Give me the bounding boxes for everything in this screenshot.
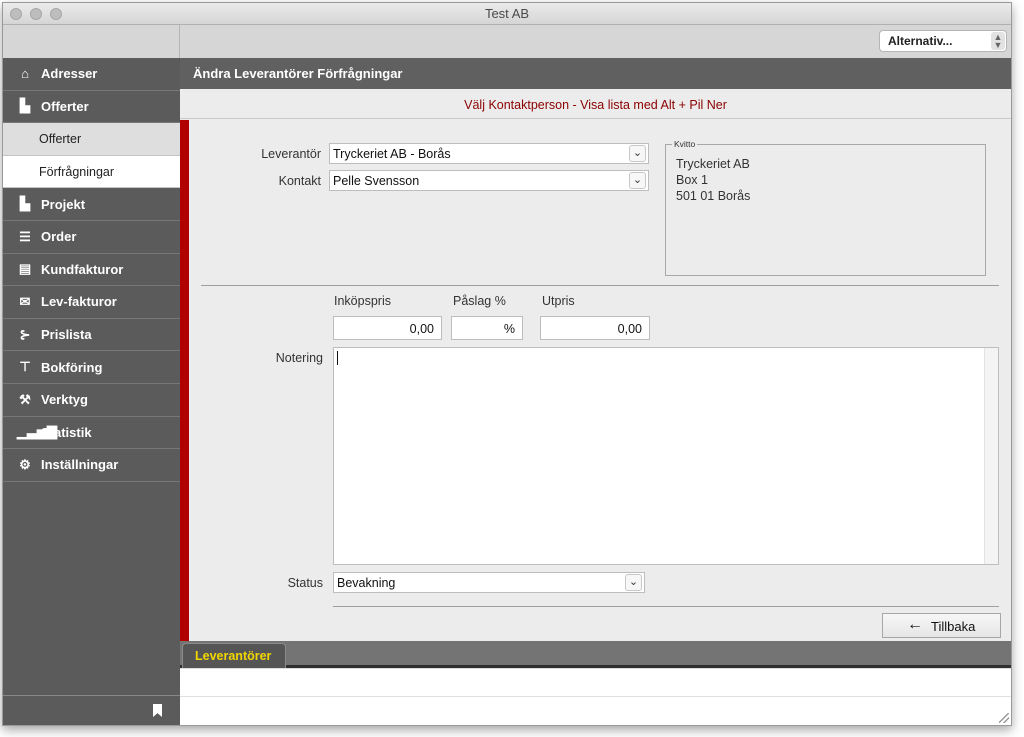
chevron-down-icon[interactable]: ⌄ bbox=[625, 574, 642, 591]
receipt-box: Kvitto Tryckeriet AB Box 1 501 01 Borås bbox=[665, 139, 986, 276]
bar-chart-icon: ▁▃▅▇ bbox=[17, 424, 57, 440]
document-icon: ▙ bbox=[20, 98, 30, 114]
sidebar-item-kundfakturor[interactable]: ▤ Kundfakturor bbox=[3, 254, 180, 287]
title-bar: Test AB bbox=[3, 3, 1011, 25]
sidebar-item-verktyg[interactable]: ⚒ Verktyg bbox=[3, 384, 180, 417]
sidebar-item-order[interactable]: ☰ Order bbox=[3, 221, 180, 254]
sidebar-subitem-forfragningar[interactable]: Förfrågningar bbox=[3, 155, 180, 189]
tab-content bbox=[180, 668, 1011, 725]
page-title: Ändra Leverantörer Förfrågningar bbox=[180, 58, 1011, 89]
sidebar-subitem-label: Offerter bbox=[39, 131, 82, 146]
document-icon: ▙ bbox=[20, 196, 30, 212]
chevron-updown-icon: ▲ ▼ bbox=[991, 32, 1005, 50]
supplier-label: Leverantör bbox=[261, 147, 321, 161]
toolbar: Alternativ... ▲ ▼ bbox=[180, 25, 1011, 58]
bottom-tabbar: Leverantörer bbox=[180, 641, 1011, 669]
back-button-label: Tillbaka bbox=[931, 619, 976, 634]
divider bbox=[201, 285, 999, 286]
arrow-left-icon: ← bbox=[907, 616, 923, 633]
chevron-down-icon[interactable]: ⌄ bbox=[629, 172, 646, 189]
sidebar-item-prislista[interactable]: ⊱ Prislista bbox=[3, 319, 180, 352]
back-button[interactable]: ← Tillbaka bbox=[882, 613, 1001, 638]
options-select[interactable]: Alternativ... ▲ ▼ bbox=[879, 30, 1007, 52]
sidebar-item-label: Order bbox=[41, 229, 77, 245]
sale-price-label: Utpris bbox=[542, 294, 575, 308]
bookmark-icon[interactable] bbox=[153, 704, 162, 717]
status-label: Status bbox=[287, 576, 323, 590]
list-icon: ☰ bbox=[19, 228, 31, 244]
markup-input[interactable]: % bbox=[451, 316, 523, 340]
sidebar-item-lev-fakturor[interactable]: ✉ Lev-fakturor bbox=[3, 286, 180, 319]
invoice-icon: ▤ bbox=[18, 261, 32, 277]
sidebar-item-label: Lev-fakturor bbox=[41, 294, 117, 310]
sidebar-item-label: Adresser bbox=[41, 66, 98, 82]
receipt-legend: Kvitto bbox=[672, 139, 698, 149]
gear-icon: ⚙ bbox=[19, 456, 31, 472]
notes-scrollbar[interactable] bbox=[984, 348, 998, 564]
window-title: Test AB bbox=[484, 6, 530, 21]
sidebar-item-offerter[interactable]: ▙ Offerter bbox=[3, 91, 180, 124]
status-value: Bevakning bbox=[337, 576, 396, 590]
sidebar-item-label: Statistik bbox=[41, 424, 92, 440]
sidebar-footer bbox=[3, 695, 180, 725]
contact-value: Pelle Svensson bbox=[333, 174, 420, 188]
contact-label: Kontakt bbox=[278, 174, 321, 188]
sidebar-item-bokforing[interactable]: ⊤ Bokföring bbox=[3, 351, 180, 384]
sidebar-subitem-offerter[interactable]: Offerter bbox=[3, 123, 180, 156]
supplier-value: Tryckeriet AB - Borås bbox=[333, 147, 451, 161]
sidebar-item-label: Kundfakturor bbox=[41, 261, 124, 277]
sidebar-top bbox=[3, 25, 180, 58]
sidebar: ⌂ Adresser ▙ Offerter Offerter Förfrågni… bbox=[3, 58, 180, 725]
receipt-line: 501 01 Borås bbox=[676, 189, 751, 203]
accent-bar bbox=[180, 120, 189, 641]
receipt-address: Tryckeriet AB Box 1 501 01 Borås bbox=[676, 156, 750, 204]
markup-label: Påslag % bbox=[453, 294, 506, 308]
text-caret bbox=[337, 351, 338, 365]
app-window: Test AB Alternativ... ▲ ▼ ⌂ Adresser ▙ Of… bbox=[2, 2, 1012, 726]
notes-label: Notering bbox=[275, 351, 323, 365]
sidebar-item-label: Prislista bbox=[41, 327, 92, 343]
sidebar-item-label: Verktyg bbox=[41, 392, 88, 408]
sidebar-item-projekt[interactable]: ▙ Projekt bbox=[3, 188, 180, 221]
request-form: Leverantör Tryckeriet AB - Borås ⌄ Konta… bbox=[189, 120, 1011, 641]
purchase-price-input[interactable]: 0,00 bbox=[333, 316, 442, 340]
ledger-icon: ⊤ bbox=[19, 359, 31, 375]
sidebar-item-installningar[interactable]: ⚙ Inställningar bbox=[3, 449, 180, 482]
notes-textarea[interactable] bbox=[333, 347, 999, 565]
mail-icon: ✉ bbox=[19, 293, 31, 309]
wrench-icon: ⚒ bbox=[19, 391, 31, 407]
divider bbox=[180, 696, 1011, 697]
sale-price-input[interactable]: 0,00 bbox=[540, 316, 650, 340]
sidebar-item-label: Inställningar bbox=[41, 457, 119, 473]
status-select[interactable]: Bevakning ⌄ bbox=[333, 572, 645, 593]
supplier-select[interactable]: Tryckeriet AB - Borås ⌄ bbox=[329, 143, 649, 164]
sidebar-item-adresser[interactable]: ⌂ Adresser bbox=[3, 58, 180, 91]
sidebar-item-label: Offerter bbox=[41, 98, 89, 114]
sidebar-item-statistik[interactable]: ▁▃▅▇ Statistik bbox=[3, 417, 180, 450]
hint-text: Välj Kontaktperson - Visa lista med Alt … bbox=[180, 89, 1011, 119]
resize-handle[interactable] bbox=[999, 713, 1009, 723]
pricelist-icon: ⊱ bbox=[19, 326, 31, 342]
tab-leverantorer[interactable]: Leverantörer bbox=[182, 643, 286, 669]
receipt-line: Tryckeriet AB bbox=[676, 157, 750, 171]
contact-select[interactable]: Pelle Svensson ⌄ bbox=[329, 170, 649, 191]
divider bbox=[333, 606, 999, 607]
tab-label: Leverantörer bbox=[195, 649, 272, 663]
sidebar-item-label: Bokföring bbox=[41, 359, 103, 375]
options-select-label: Alternativ... bbox=[888, 34, 953, 48]
sidebar-item-label: Projekt bbox=[41, 196, 86, 212]
home-icon: ⌂ bbox=[21, 66, 29, 82]
chevron-down-icon[interactable]: ⌄ bbox=[629, 145, 646, 162]
purchase-price-label: Inköpspris bbox=[334, 294, 391, 308]
sidebar-subitem-label: Förfrågningar bbox=[39, 164, 115, 179]
receipt-line: Box 1 bbox=[676, 173, 708, 187]
